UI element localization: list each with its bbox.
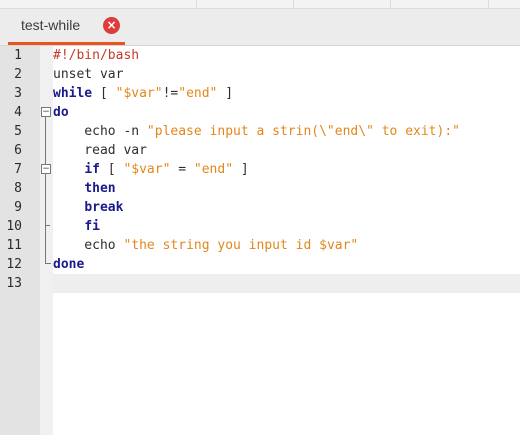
code-line[interactable]: #!/bin/bash [53,46,139,65]
string-token: "end" [193,162,234,177]
code-line[interactable]: break [53,198,123,217]
code-line[interactable]: do [53,103,69,122]
string-token: "end" [178,86,218,101]
tab-test-while[interactable]: test-while × [8,9,125,45]
line-number: 10 [6,219,22,234]
code-token: ] [217,86,234,101]
tab-bar: test-while × [0,9,520,46]
line-number: 4 [14,105,22,120]
toolbar-separator [390,0,391,8]
keyword-token: then [84,181,116,196]
toolbar-separator [488,0,489,8]
line-number: 12 [6,257,22,272]
line-number: 8 [14,181,22,196]
keyword-token: fi [84,219,100,234]
code-token: unset var [53,67,124,82]
code-line[interactable]: echo "the string you input id $var" [53,236,358,255]
line-number: 13 [6,276,22,291]
code-token: [ [99,162,124,177]
code-line[interactable]: fi [53,217,100,236]
line-number: 2 [14,67,22,82]
code-token: = [170,162,194,177]
line-number: 1 [14,48,22,63]
fold-end-marker [45,225,50,226]
fold-collapse-icon[interactable]: − [41,107,51,117]
toolbar-strip [0,0,520,9]
code-line[interactable]: while [ "$var"!="end" ] [53,84,233,103]
code-token: read var [53,143,147,158]
string-token: "the string you input id $var" [123,238,359,253]
close-tab-icon[interactable]: × [103,17,120,34]
line-number: 6 [14,143,22,158]
line-number: 9 [14,200,22,215]
string-token: "$var" [123,162,171,177]
toolbar-separator [293,0,294,8]
code-token: [ [92,86,116,101]
fold-margin[interactable] [40,46,53,435]
code-line[interactable]: echo -n "please input a strin(\"end\" to… [53,122,460,141]
code-line[interactable]: read var [53,141,147,160]
tab-label: test-while [21,17,81,33]
active-tab-indicator [8,42,125,45]
fold-guide-line [45,117,46,263]
line-number: 11 [6,238,22,253]
string-token: "please input a strin(\"end\" to exit):" [146,124,460,139]
string-token: "$var" [115,86,163,101]
toolbar-separator [196,0,197,8]
code-line[interactable]: done [53,255,84,274]
keyword-token: do [53,105,69,120]
code-token: ] [233,162,249,177]
line-number: 7 [14,162,22,177]
keyword-token: if [84,162,100,177]
keyword-token: while [53,86,93,101]
code-line[interactable]: if [ "$var" = "end" ] [53,160,249,179]
shebang-token: #!/bin/bash [53,48,140,63]
current-line-highlight [53,274,520,293]
code-line[interactable]: unset var [53,65,123,84]
line-number: 3 [14,86,22,101]
code-line[interactable]: then [53,179,116,198]
code-token: echo -n [53,124,147,139]
fold-end-marker [45,263,51,264]
code-token: echo [53,238,124,253]
keyword-token: done [53,257,85,272]
line-number: 5 [14,124,22,139]
fold-collapse-icon[interactable]: − [41,164,51,174]
code-token: != [162,86,179,101]
keyword-token: break [84,200,124,215]
